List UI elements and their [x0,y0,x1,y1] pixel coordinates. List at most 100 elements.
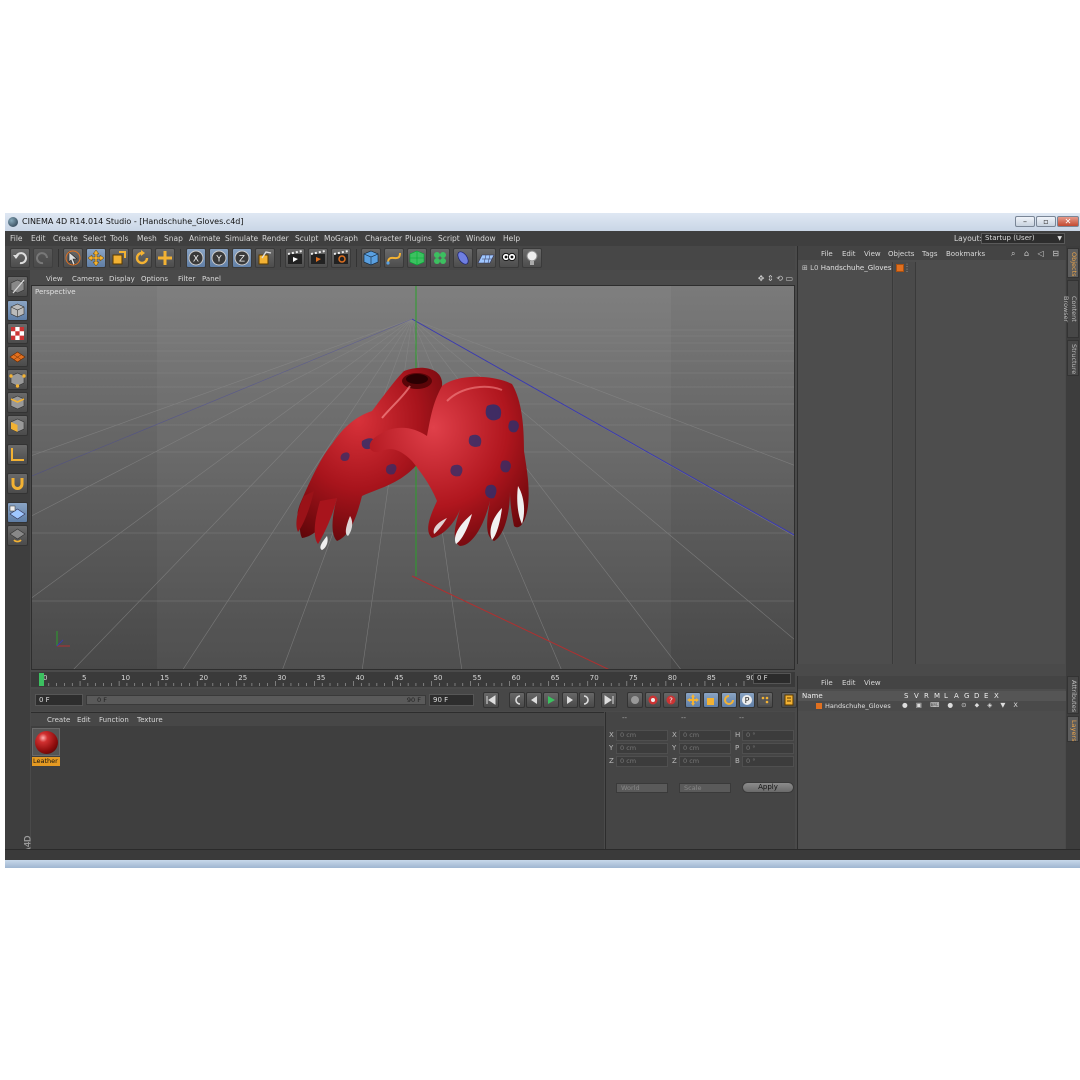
object-menu-view[interactable]: View [864,250,881,258]
cube-icon[interactable] [361,248,381,268]
coordinate-mode-dropdown[interactable]: World [616,783,668,793]
timeline-ruler[interactable]: 0 5 10 15 20 25 30 35 40 45 50 55 60 65 70 75 80 85 90 0 F [31,672,795,687]
light-icon[interactable] [522,248,542,268]
record-icon[interactable] [627,692,643,708]
deformer-icon[interactable] [453,248,473,268]
spline-pen-icon[interactable] [384,248,404,268]
close-button[interactable]: ✕ [1057,216,1079,227]
timeline-icon[interactable] [781,692,797,708]
layout-select[interactable]: Startup (User) ▼ [981,233,1065,244]
goto-start-icon[interactable] [483,692,499,708]
keyframe-selection-icon[interactable]: ? [663,692,679,708]
scale-key-icon[interactable] [703,692,719,708]
viewport-menu-cameras[interactable]: Cameras [72,275,103,283]
enable-snap-icon[interactable] [7,502,28,523]
x-axis-icon[interactable]: X [186,248,206,268]
y-axis-icon[interactable]: Y [209,248,229,268]
menu-sculpt[interactable]: Sculpt [295,234,318,243]
play-icon[interactable] [543,692,559,708]
object-menu-tags[interactable]: Tags [922,250,938,258]
magnet-tweak-icon[interactable] [7,473,28,494]
texture-mode-icon[interactable] [7,323,28,344]
polygons-mode-icon[interactable] [7,415,28,436]
menu-file[interactable]: File [10,234,23,243]
autokey-icon[interactable] [645,692,661,708]
menu-select[interactable]: Select [83,234,106,243]
layer-menu-file[interactable]: File [821,679,833,687]
edges-mode-icon[interactable] [7,392,28,413]
layer-menu-view[interactable]: View [864,679,881,687]
menu-plugins[interactable]: Plugins [405,234,432,243]
pla-key-icon[interactable] [757,692,773,708]
size-x-field[interactable]: 0 cm [679,730,731,741]
tab-attributes[interactable]: Attributes [1067,676,1079,714]
coordinate-system-icon[interactable] [255,248,275,268]
perspective-viewport[interactable]: Perspective [31,285,795,670]
move-key-icon[interactable] [685,692,701,708]
size-mode-dropdown[interactable]: Scale [679,783,731,793]
previous-key-icon[interactable] [509,692,525,708]
object-menu-objects[interactable]: Objects [888,250,914,258]
preview-range-slider[interactable]: 0 F 90 F [86,695,426,705]
tab-structure[interactable]: Structure [1067,340,1079,376]
tab-layers[interactable]: Layers [1067,716,1079,742]
parameter-key-icon[interactable]: P [739,692,755,708]
subdivision-surface-icon[interactable] [407,248,427,268]
rotation-p-field[interactable]: 0 ° [742,743,794,754]
maximize-button[interactable]: ▫ [1036,216,1056,227]
locked-workplane-icon[interactable] [7,525,28,546]
points-mode-icon[interactable] [7,369,28,390]
live-selection-icon[interactable] [63,248,83,268]
menu-script[interactable]: Script [438,234,460,243]
end-frame-field[interactable]: 90 F [429,694,474,706]
apply-button[interactable]: Apply [742,782,794,793]
playhead-marker[interactable] [39,673,44,686]
object-menu-bookmarks[interactable]: Bookmarks [946,250,985,258]
layer-row[interactable]: Handschuhe_Gloves ● ▣ ⌨ ● ⊙ ⬥ ◈ ▼ X [798,701,1066,711]
position-x-field[interactable]: 0 cm [616,730,668,741]
position-z-field[interactable]: 0 cm [616,756,668,767]
menu-tools[interactable]: Tools [110,234,128,243]
model-mode-icon[interactable] [7,300,28,321]
tab-content-browser[interactable]: Content Browser [1062,280,1079,338]
next-frame-icon[interactable] [562,692,578,708]
menu-character[interactable]: Character [365,234,402,243]
axis-mode-icon[interactable] [7,444,28,465]
material-menu-texture[interactable]: Texture [137,716,163,724]
start-frame-field[interactable]: 0 F [35,694,83,706]
object-manager-toolbar-icons[interactable]: ⌕ ⌂ ◁ ⊟ [1011,249,1062,259]
redo-icon[interactable] [33,248,53,268]
render-settings-icon[interactable] [331,248,351,268]
tab-objects[interactable]: Objects [1067,248,1079,278]
move-icon[interactable] [86,248,106,268]
current-frame-field[interactable]: 0 F [753,673,791,684]
viewport-menu-view[interactable]: View [46,275,63,283]
layer-menu-edit[interactable]: Edit [842,679,856,687]
position-y-field[interactable]: 0 cm [616,743,668,754]
viewport-menu-options[interactable]: Options [141,275,168,283]
render-picture-viewer-icon[interactable] [308,248,328,268]
goto-end-icon[interactable] [601,692,617,708]
next-key-icon[interactable] [579,692,595,708]
object-row[interactable]: ⊞ L0 Handschuhe_Gloves [802,264,891,272]
viewport-menu-panel[interactable]: Panel [202,275,221,283]
object-menu-edit[interactable]: Edit [842,250,856,258]
make-editable-icon[interactable] [7,276,28,297]
size-z-field[interactable]: 0 cm [679,756,731,767]
rotate-key-icon[interactable] [721,692,737,708]
viewport-navigation-icons[interactable]: ✥ ⇕ ⟲ ▭ [758,274,793,283]
viewport-menu-filter[interactable]: Filter [178,275,195,283]
menu-animate[interactable]: Animate [189,234,220,243]
camera-icon[interactable] [499,248,519,268]
previous-frame-icon[interactable] [526,692,542,708]
undo-icon[interactable] [10,248,30,268]
object-menu-file[interactable]: File [821,250,833,258]
scale-icon[interactable] [109,248,129,268]
rotation-b-field[interactable]: 0 ° [742,756,794,767]
menu-render[interactable]: Render [262,234,289,243]
menu-help[interactable]: Help [503,234,520,243]
menu-window[interactable]: Window [466,234,496,243]
z-axis-icon[interactable]: Z [232,248,252,268]
layer-flag-icons[interactable]: ● ▣ ⌨ ● ⊙ ⬥ ◈ ▼ X [902,701,1021,710]
menu-mesh[interactable]: Mesh [137,234,157,243]
